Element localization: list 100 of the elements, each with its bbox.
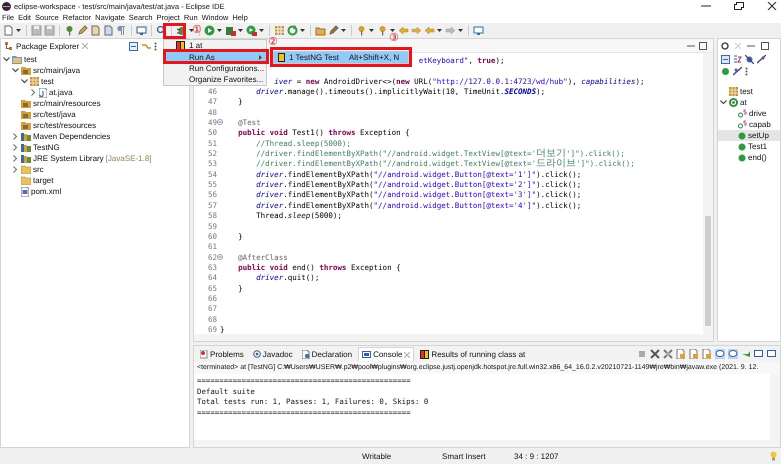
hide-fields-icon[interactable] bbox=[745, 55, 754, 64]
maximize-icon[interactable] bbox=[734, 2, 744, 10]
external-tools-icon[interactable] bbox=[246, 25, 257, 36]
tree-item[interactable]: src bbox=[1, 164, 189, 175]
tree-item[interactable]: test bbox=[718, 86, 780, 97]
status-text: Writable bbox=[362, 452, 392, 460]
library-icon bbox=[21, 143, 31, 152]
monitor-icon[interactable] bbox=[136, 25, 147, 36]
collapsed-chevron-icon[interactable] bbox=[30, 89, 37, 96]
tree-item[interactable]: Test1 bbox=[718, 141, 780, 152]
status-text: Smart Insert bbox=[442, 452, 487, 460]
caret-icon[interactable] bbox=[217, 29, 222, 32]
collapse-all-icon[interactable] bbox=[721, 55, 730, 64]
caret-icon[interactable] bbox=[300, 29, 305, 32]
window-icon[interactable] bbox=[473, 25, 484, 36]
caret-icon[interactable] bbox=[458, 29, 463, 32]
fold-toggle-icon[interactable] bbox=[217, 254, 223, 260]
java-file-icon bbox=[39, 88, 47, 98]
brush-icon[interactable] bbox=[77, 25, 88, 36]
hide-local-icon[interactable] bbox=[733, 67, 742, 76]
new-file-icon[interactable] bbox=[3, 25, 14, 36]
caret-icon[interactable] bbox=[437, 29, 442, 32]
tree-item[interactable]: Maven Dependencies bbox=[1, 131, 189, 142]
source-folder-icon bbox=[21, 66, 31, 75]
scrollbar-thumb[interactable] bbox=[705, 216, 711, 326]
document-icon[interactable] bbox=[90, 25, 101, 36]
view-tab[interactable]: Console bbox=[358, 347, 414, 361]
circle-icon[interactable] bbox=[721, 67, 730, 76]
caret-icon[interactable] bbox=[259, 29, 264, 32]
testng-icon bbox=[278, 53, 285, 62]
package-icon bbox=[30, 77, 39, 86]
view-menu-icon[interactable] bbox=[154, 42, 157, 50]
view-tab[interactable]: Problems bbox=[197, 348, 247, 360]
step-number: ① bbox=[192, 24, 202, 35]
collapsed-chevron-icon[interactable] bbox=[12, 166, 19, 173]
project-folder-icon bbox=[12, 55, 22, 64]
maximize-icon[interactable] bbox=[699, 42, 707, 50]
tree-item[interactable]: end() bbox=[718, 152, 780, 163]
caret-icon[interactable] bbox=[238, 29, 243, 32]
document-icon[interactable] bbox=[689, 349, 699, 359]
library-version: [JavaSE-1.8] bbox=[106, 154, 152, 163]
maximize-icon[interactable] bbox=[761, 42, 769, 50]
paragraph-icon[interactable] bbox=[116, 25, 127, 36]
declaration-icon bbox=[302, 350, 310, 358]
document-icon[interactable] bbox=[103, 25, 114, 36]
panel-tab[interactable]: Package Explorer bbox=[16, 42, 80, 50]
remove-all-icon[interactable] bbox=[663, 349, 673, 359]
expanded-chevron-icon[interactable] bbox=[720, 100, 727, 105]
caret-icon[interactable] bbox=[390, 29, 395, 32]
speech-bubble-icon[interactable] bbox=[728, 349, 738, 359]
outline-icon[interactable] bbox=[721, 42, 729, 50]
menu-item[interactable]: 1 at bbox=[164, 40, 266, 51]
document-icon[interactable] bbox=[702, 349, 712, 359]
document-icon[interactable] bbox=[676, 349, 686, 359]
collapsed-chevron-icon[interactable] bbox=[12, 155, 19, 162]
collapsed-chevron-icon[interactable] bbox=[12, 144, 19, 151]
tree-item[interactable]: JRE System Library [JavaSE-1.8] bbox=[1, 153, 189, 164]
remove-launch-icon[interactable] bbox=[650, 349, 660, 359]
fold-toggle-icon[interactable] bbox=[217, 119, 223, 126]
view-tab[interactable]: Declaration bbox=[298, 348, 356, 360]
caret-icon[interactable] bbox=[369, 29, 374, 32]
collapsed-chevron-icon[interactable] bbox=[12, 133, 19, 140]
source-folder-icon bbox=[21, 99, 31, 108]
sort-icon[interactable] bbox=[733, 55, 742, 64]
view-menu-icon[interactable] bbox=[745, 67, 748, 76]
expanded-chevron-icon[interactable] bbox=[12, 68, 19, 73]
collapse-all-icon[interactable] bbox=[129, 42, 138, 50]
coverage-icon[interactable] bbox=[225, 25, 236, 36]
static-field-icon bbox=[738, 109, 747, 118]
submenu-arrow-icon bbox=[259, 55, 262, 60]
tree-item[interactable]: pom.xml bbox=[1, 186, 189, 197]
pencil-icon[interactable] bbox=[328, 25, 339, 36]
expanded-chevron-icon[interactable] bbox=[3, 57, 10, 62]
tree-item[interactable]: at bbox=[718, 97, 780, 108]
tree-item[interactable]: capab bbox=[718, 119, 780, 130]
tree-item[interactable]: setUp bbox=[718, 130, 780, 141]
tree-item[interactable]: src/test/resources bbox=[1, 120, 189, 131]
caret-icon[interactable] bbox=[189, 29, 194, 32]
folder-icon[interactable] bbox=[315, 25, 326, 36]
step-number: ③ bbox=[389, 32, 399, 43]
tree-item[interactable]: drive bbox=[718, 108, 780, 119]
expanded-chevron-icon[interactable] bbox=[21, 79, 28, 84]
view-tab[interactable]: Javadoc bbox=[250, 348, 296, 360]
menu-item[interactable]: 1 TestNG Test Alt+Shift+X, N bbox=[274, 52, 408, 63]
package-icon bbox=[729, 87, 738, 96]
tree-item[interactable]: src/test/java bbox=[1, 109, 189, 120]
tree-item[interactable]: target bbox=[1, 175, 189, 186]
hide-static-icon[interactable] bbox=[757, 55, 766, 64]
tree-item[interactable]: TestNG bbox=[1, 142, 189, 153]
caret-icon[interactable] bbox=[16, 29, 21, 32]
view-tab[interactable]: Results of running class at bbox=[417, 348, 528, 360]
package-icon[interactable] bbox=[274, 25, 285, 36]
caret-icon[interactable] bbox=[341, 29, 346, 32]
run-icon[interactable] bbox=[204, 25, 215, 36]
tree-item[interactable]: src/main/resources bbox=[1, 98, 189, 109]
package-explorer-icon bbox=[5, 42, 13, 50]
tree-item[interactable]: at.java bbox=[1, 87, 189, 98]
speech-bubble-icon[interactable] bbox=[715, 349, 725, 359]
testng-icon bbox=[420, 350, 430, 358]
close-icon[interactable] bbox=[767, 2, 777, 10]
